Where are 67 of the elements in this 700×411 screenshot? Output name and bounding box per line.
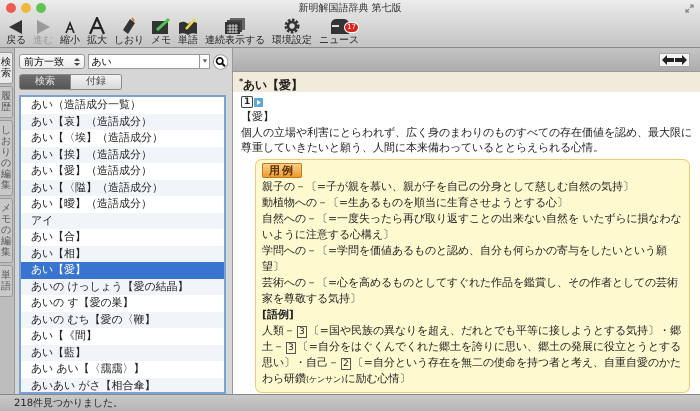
updown-caret-icon bbox=[74, 56, 80, 66]
entry-headword: $^{*}$あい【愛】 bbox=[233, 72, 700, 92]
gear-icon bbox=[283, 17, 301, 35]
pen-notebook-icon bbox=[151, 17, 171, 35]
shrink-toolbar-button[interactable]: 縮小 bbox=[60, 17, 80, 46]
continuous-toolbar-button[interactable]: 連続表示する bbox=[205, 17, 265, 46]
result-count-text: 218件見つかりました。 bbox=[14, 397, 124, 410]
stacked-pages-icon bbox=[224, 17, 246, 35]
fullscreen-icon[interactable] bbox=[685, 4, 694, 12]
kanji-form: 【愛】 bbox=[241, 109, 275, 124]
right-arrow-icon[interactable] bbox=[675, 54, 687, 64]
side-tab[interactable]: しおりの編集 bbox=[0, 120, 13, 196]
close-button[interactable] bbox=[6, 3, 16, 13]
sense-number: 1 bbox=[241, 96, 254, 108]
side-tab[interactable]: 単語 bbox=[0, 265, 13, 297]
dropdown-caret-icon[interactable] bbox=[200, 54, 210, 69]
memo-toolbar-button[interactable]: メモ bbox=[151, 17, 171, 46]
search-icon[interactable] bbox=[212, 54, 228, 70]
result-item[interactable]: あい【愛】（造語成分） bbox=[21, 163, 224, 180]
result-item[interactable]: あいの むち【愛の〈鞭】 bbox=[21, 312, 224, 328]
result-item[interactable]: あい あい【〈靄靄〉】 bbox=[21, 361, 224, 378]
result-item[interactable]: あい【相】 bbox=[21, 246, 224, 262]
result-item[interactable]: あい【《間】 bbox=[21, 328, 224, 344]
result-item[interactable]: あいの す【愛の巣】 bbox=[21, 295, 224, 312]
left-triangle-icon bbox=[7, 19, 25, 35]
result-item[interactable]: あい（造語成分一覧） bbox=[21, 97, 224, 114]
search-field[interactable]: あい bbox=[88, 54, 200, 69]
back-toolbar-button[interactable]: 戻る bbox=[6, 17, 26, 46]
examples-label: 用例 bbox=[262, 162, 302, 178]
settings-toolbar-button[interactable]: 環境設定 bbox=[272, 17, 312, 46]
enlarge-toolbar-button[interactable]: 拡大 bbox=[87, 17, 107, 46]
left-arrow-icon[interactable] bbox=[662, 54, 674, 64]
result-item[interactable]: あいの けっしょう【愛の結晶】 bbox=[21, 278, 224, 295]
definition-text: 個人の立場や利害にとらわれず、広く身のまわりのものすべての存在価値を認め、最大限に尊重していきたいと願う、人間に本来備わっているととらえられる心情。 bbox=[241, 124, 693, 156]
side-tab[interactable]: メモの編集 bbox=[0, 198, 13, 263]
search-tab[interactable]: 検索 bbox=[19, 74, 71, 90]
open-book-pen-icon bbox=[178, 17, 198, 35]
match-mode-select[interactable]: 前方一致 bbox=[19, 54, 85, 69]
result-item[interactable]: アイ bbox=[21, 212, 224, 229]
bookmark-toolbar-button[interactable]: しおり bbox=[114, 17, 144, 46]
example-phrase: 学問への－〔=学問を価値あるものと認め、自分も何らかの寄与をしたいという願望〕 bbox=[262, 242, 668, 274]
side-tab[interactable]: 履歴 bbox=[0, 86, 13, 118]
result-item[interactable]: あい【挨】（造語成分） bbox=[21, 146, 224, 163]
side-tab[interactable]: 検索 bbox=[0, 52, 13, 84]
large-letter-icon bbox=[88, 17, 106, 35]
result-item[interactable]: あい【曖】（造語成分） bbox=[21, 196, 224, 212]
result-item[interactable]: あい【〈埃】（造語成分） bbox=[21, 130, 224, 146]
result-item[interactable]: あい【藍】 bbox=[21, 344, 224, 361]
result-item[interactable]: あいあい がさ【相合傘】 bbox=[21, 378, 224, 392]
mailbox-icon bbox=[329, 17, 349, 35]
bookmark-tag-icon bbox=[121, 17, 137, 35]
words-toolbar-button[interactable]: 単語 bbox=[178, 17, 198, 46]
small-letter-icon bbox=[63, 19, 77, 35]
play-icon[interactable] bbox=[254, 98, 264, 106]
example-phrase: 親子の－〔=子が親を慕い、親が子を自己の分身として慈しむ自然の気持〕 bbox=[262, 178, 636, 194]
result-item[interactable]: あい【哀】（造語成分） bbox=[21, 114, 224, 130]
example-phrase: 動植物への－〔=生あるものを順当に生育させようとする心〕 bbox=[262, 194, 570, 210]
compounds-text: 人類－ 3 〔=国や民族の異なりを超え、だれとでも平等に接しようとする気持〕・郷土－ 3 〔=自分をはぐくんでくれた郷土を誇りに思い、郷土の発展に役立とうとする思い〕・自己－ 2 〔=自分という存在を無二の使命を持つ者と考え、自重自愛のかたわら研鑽(ケンサン)に励む心情〕 bbox=[262, 322, 682, 386]
right-triangle-icon bbox=[34, 19, 52, 35]
compounds-heading: [語例] bbox=[262, 306, 295, 322]
result-item[interactable]: あい【愛】 bbox=[21, 262, 224, 278]
example-phrase: 自然への－〔=一度失ったら再び取り返すことの出来ない自然を いたずらに損なわないように注意する心構え〕 bbox=[262, 210, 682, 242]
result-item[interactable]: あい【合】 bbox=[21, 229, 224, 246]
result-item[interactable]: あい【〈隘】（造語成分） bbox=[21, 180, 224, 196]
example-phrase: 芸術への－〔=心を高めるものとしてすぐれた作品を鑑賞し、その作者としての芸術家を尊敬する気持〕 bbox=[262, 274, 680, 306]
window-title: 新明解国語辞典 第七版 bbox=[298, 2, 402, 15]
search-tab[interactable]: 付録 bbox=[71, 74, 122, 90]
